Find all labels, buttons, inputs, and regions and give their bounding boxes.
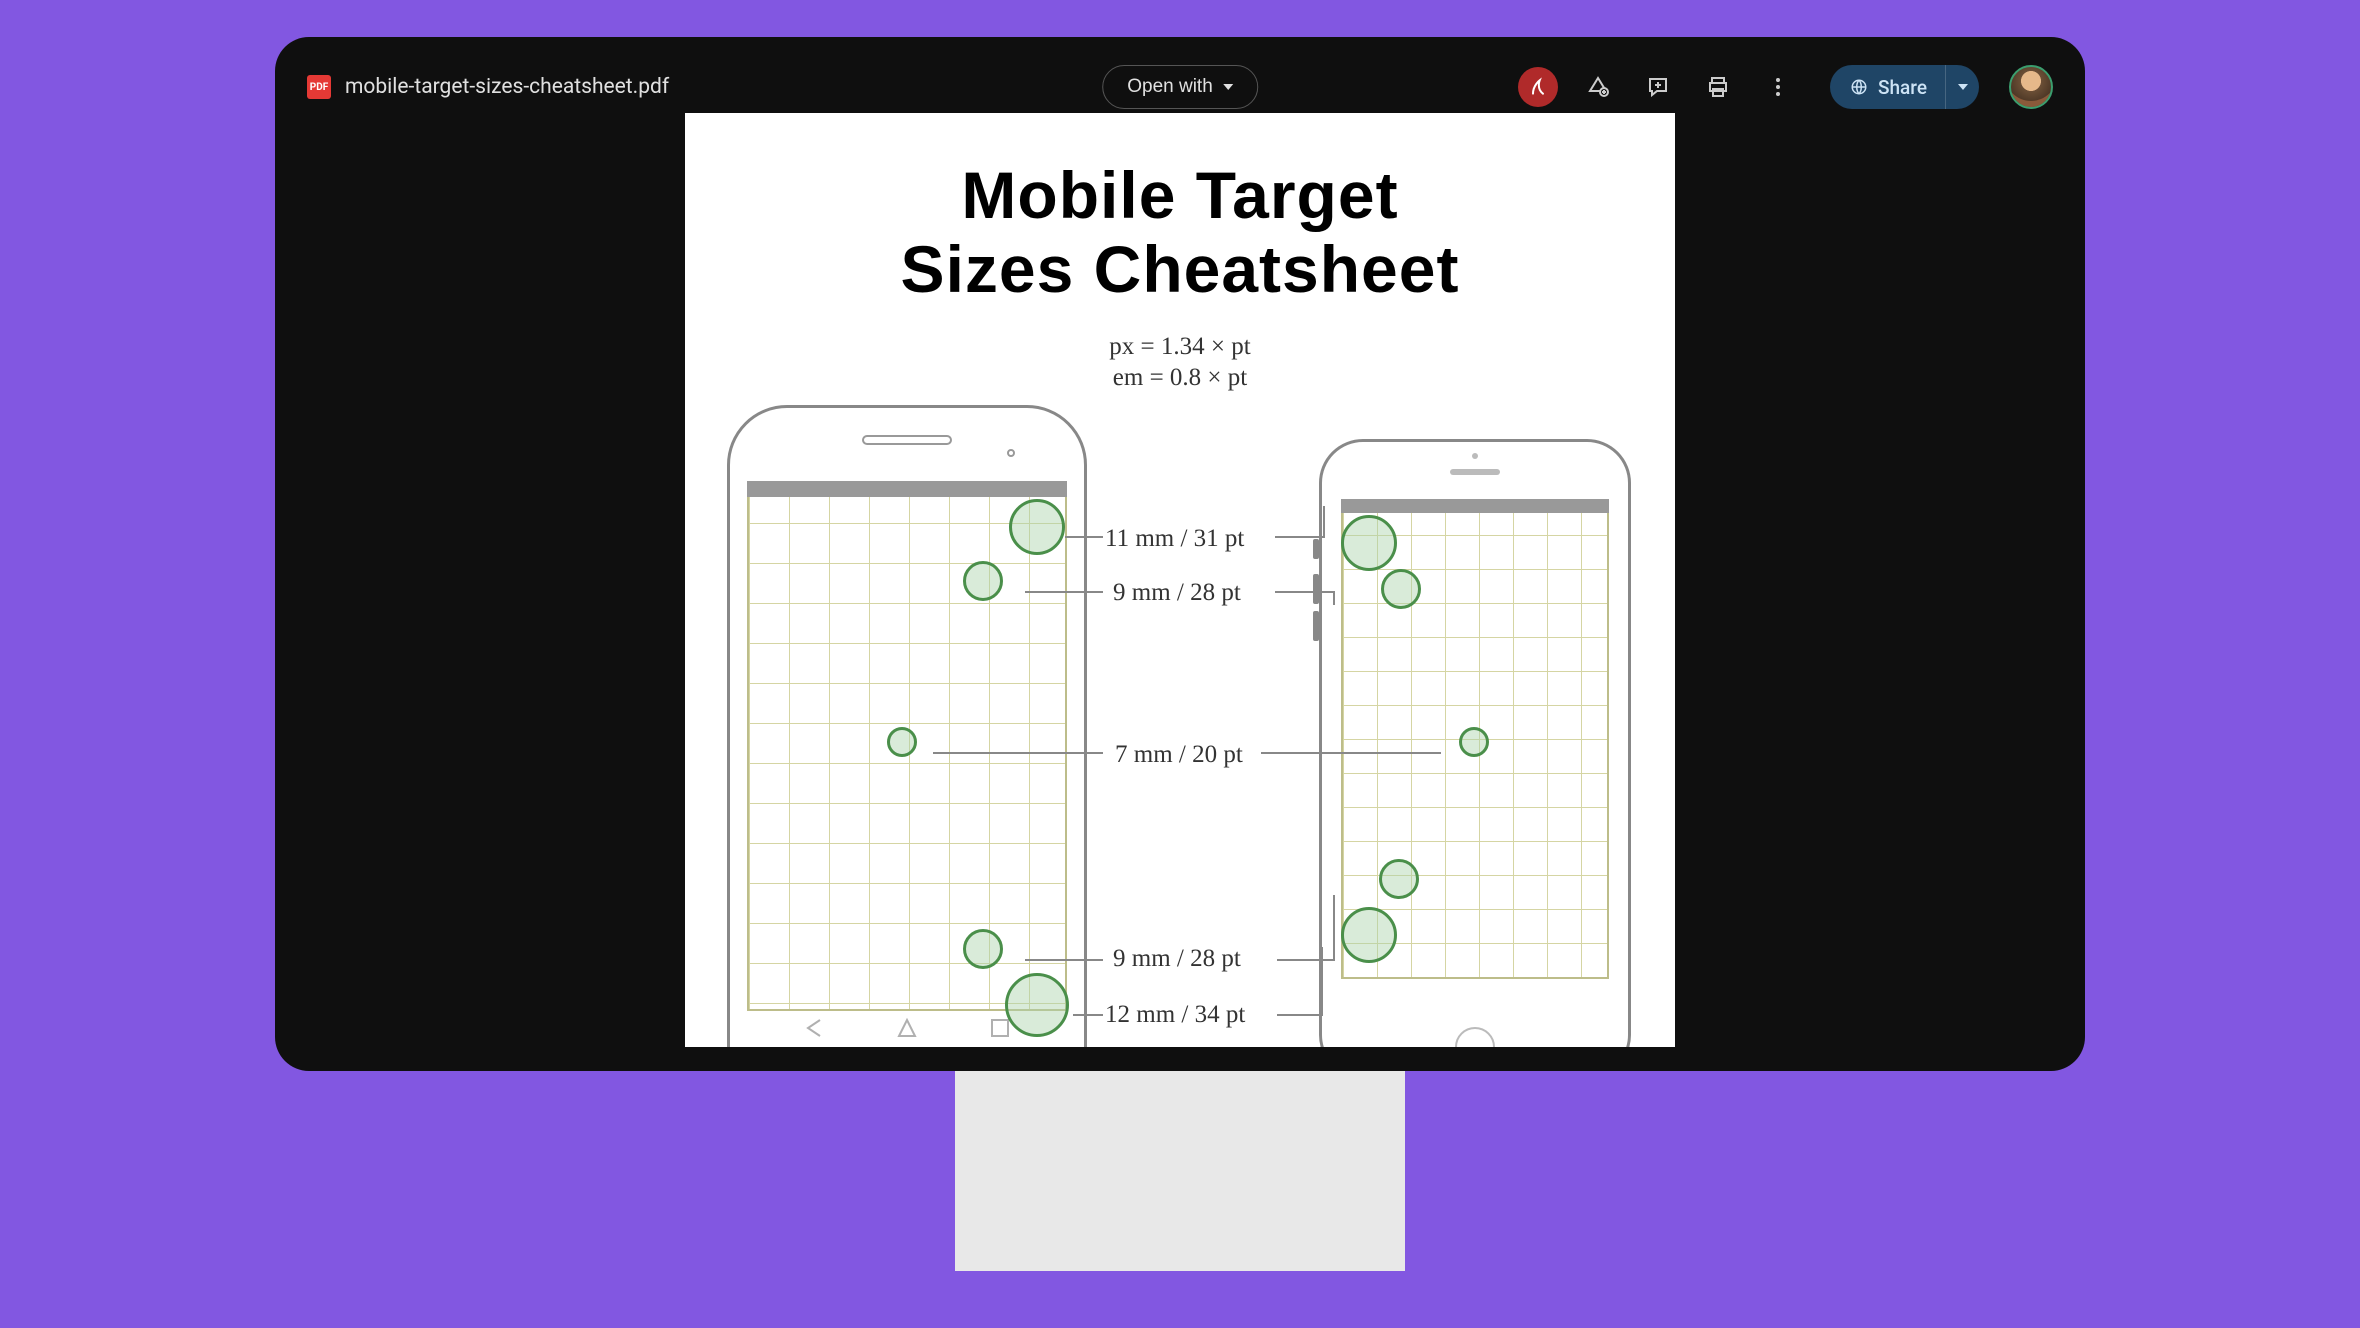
monitor-frame: PDF mobile-target-sizes-cheatsheet.pdf O… — [275, 37, 2085, 1071]
more-options-icon[interactable] — [1758, 67, 1798, 107]
diagram-area: 11 mm / 31 pt 9 mm / 28 pt 7 mm / 20 pt … — [685, 405, 1675, 1047]
open-with-label: Open with — [1127, 76, 1213, 98]
size-label-7mm: 7 mm / 20 pt — [1115, 741, 1243, 769]
title-line-1: Mobile Target — [961, 158, 1398, 232]
profile-avatar[interactable] — [2009, 65, 2053, 109]
share-split-button: Share — [1830, 65, 1979, 109]
document-filename: mobile-target-sizes-cheatsheet.pdf — [345, 75, 669, 99]
size-label-12mm: 12 mm / 34 pt — [1105, 1001, 1245, 1029]
pdf-viewer-toolbar: PDF mobile-target-sizes-cheatsheet.pdf O… — [299, 61, 2061, 113]
size-label-9mm-b: 9 mm / 28 pt — [1113, 945, 1241, 973]
share-dropdown-button[interactable] — [1945, 65, 1979, 109]
monitor-stand — [955, 1071, 1405, 1271]
unit-conversion: px = 1.34 × pt em = 0.8 × pt — [685, 331, 1675, 394]
globe-icon — [1850, 78, 1868, 96]
iphone-outline — [1319, 439, 1631, 1047]
document-viewer[interactable]: Mobile Target Sizes Cheatsheet px = 1.34… — [299, 113, 2061, 1047]
chevron-down-icon — [1958, 84, 1968, 90]
size-label-11mm: 11 mm / 31 pt — [1105, 525, 1244, 553]
android-phone-outline — [727, 405, 1087, 1047]
add-to-drive-icon[interactable] — [1578, 67, 1618, 107]
open-with-dropdown[interactable]: Open with — [1102, 65, 1258, 109]
print-icon[interactable] — [1698, 67, 1738, 107]
document-title: Mobile Target Sizes Cheatsheet — [685, 159, 1675, 307]
share-label: Share — [1878, 76, 1927, 99]
title-line-2: Sizes Cheatsheet — [901, 232, 1460, 306]
acrobat-icon[interactable] — [1518, 67, 1558, 107]
size-label-9mm: 9 mm / 28 pt — [1113, 579, 1241, 607]
pdf-file-icon: PDF — [307, 75, 331, 99]
chevron-down-icon — [1223, 84, 1233, 90]
conversion-line-2: em = 0.8 × pt — [685, 362, 1675, 393]
add-comment-icon[interactable] — [1638, 67, 1678, 107]
conversion-line-1: px = 1.34 × pt — [685, 331, 1675, 362]
pdf-page: Mobile Target Sizes Cheatsheet px = 1.34… — [685, 113, 1675, 1047]
share-button[interactable]: Share — [1830, 65, 1945, 109]
